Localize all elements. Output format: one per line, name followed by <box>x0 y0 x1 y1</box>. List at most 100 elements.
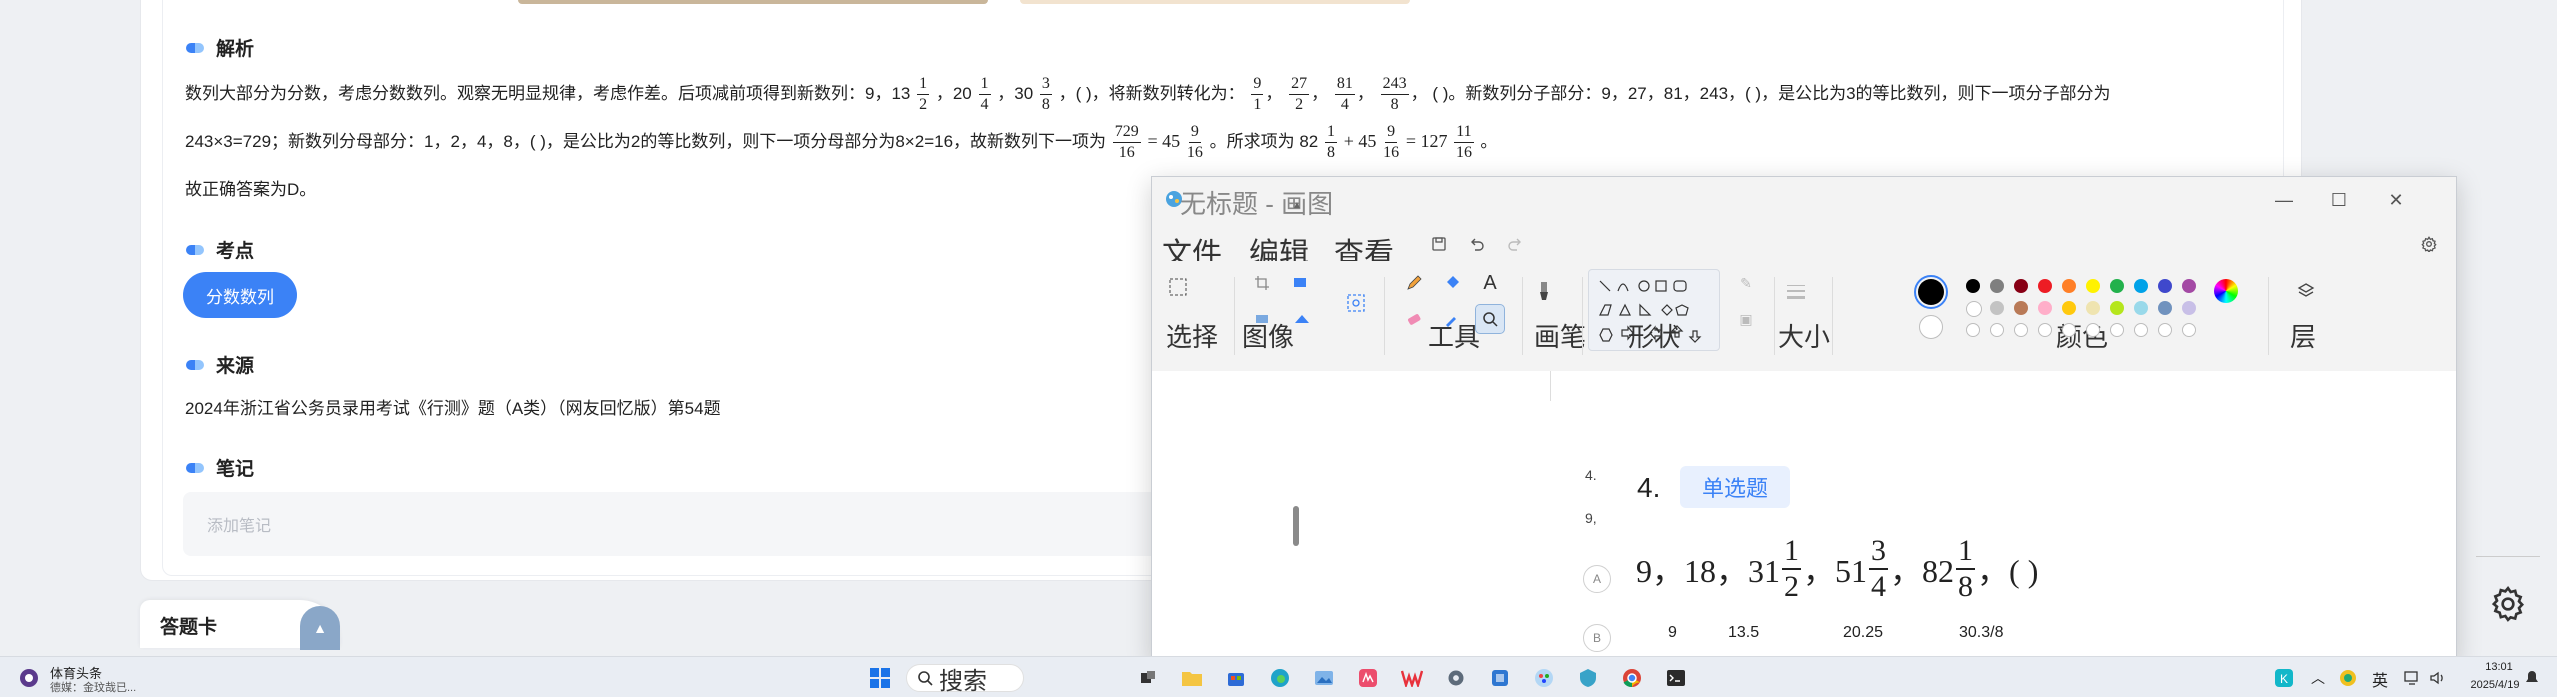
task-view-icon[interactable] <box>1136 666 1160 690</box>
palette-swatch[interactable] <box>2134 323 2148 337</box>
palette-swatch[interactable] <box>2062 279 2076 293</box>
palette-swatch[interactable] <box>2038 323 2052 337</box>
scroll-up-icon[interactable]: ▲ <box>1292 200 1302 211</box>
scrollbar-thumb[interactable] <box>1293 506 1299 546</box>
knowledge-tag-button[interactable]: 分数数列 <box>183 272 297 318</box>
redo-icon[interactable] <box>1500 231 1530 257</box>
source-text: 2024年浙江省公务员录用考试《行测》题（A类）（网友回忆版）第54题 <box>185 399 721 418</box>
divider <box>2476 556 2540 557</box>
palette-swatch[interactable] <box>2110 323 2124 337</box>
undo-icon[interactable] <box>1462 231 1492 257</box>
palette-swatch[interactable] <box>2014 323 2028 337</box>
group-shapes-label: 形状 <box>1628 322 1681 352</box>
close-button[interactable]: ✕ <box>2376 185 2416 215</box>
snipping-tool-icon[interactable] <box>1488 666 1512 690</box>
wps-office-icon[interactable] <box>1400 666 1424 690</box>
paint-app-taskbar-icon[interactable] <box>1532 666 1556 690</box>
chevron-up-icon[interactable]: ▲ <box>300 606 340 650</box>
palette-swatch[interactable] <box>1990 301 2004 315</box>
brush-icon[interactable] <box>1530 277 1558 305</box>
palette-swatch[interactable] <box>2086 279 2100 293</box>
edge-browser-icon[interactable] <box>1268 666 1292 690</box>
palette-swatch[interactable] <box>1990 279 2004 293</box>
palette-swatch[interactable] <box>2014 279 2028 293</box>
option-b-circle: B <box>1583 624 1611 652</box>
notes-input[interactable]: 添加笔记 <box>183 492 1163 556</box>
save-icon[interactable] <box>1424 231 1454 257</box>
palette-swatch[interactable] <box>2038 279 2052 293</box>
settings-app-icon[interactable] <box>1444 666 1468 690</box>
palette-swatch[interactable] <box>2182 301 2196 315</box>
menu-file[interactable]: 文件 <box>1162 229 1222 261</box>
crop-icon[interactable] <box>1248 269 1276 297</box>
fill-style-icon[interactable]: ▣ <box>1732 305 1760 333</box>
tray-app-icon[interactable] <box>2336 666 2360 690</box>
palette-swatch[interactable] <box>1990 323 2004 337</box>
pencil-icon[interactable] <box>1400 269 1428 297</box>
palette-swatch[interactable] <box>2062 323 2076 337</box>
volume-icon[interactable] <box>2426 666 2450 690</box>
difference-value: 13.5 <box>1728 624 1760 641</box>
drawing-canvas[interactable] <box>1152 371 2456 661</box>
palette-swatch[interactable] <box>2014 301 2028 315</box>
palette-swatch[interactable] <box>1966 279 1980 293</box>
eraser-icon[interactable] <box>1400 305 1428 333</box>
input-language-indicator[interactable]: 英 <box>2372 667 2388 691</box>
outline-icon[interactable]: ✎ <box>1732 269 1760 297</box>
text-icon[interactable]: A <box>1476 269 1504 297</box>
wps-sheet-icon[interactable] <box>1356 666 1380 690</box>
palette-swatch[interactable] <box>2182 323 2196 337</box>
palette-swatch[interactable] <box>1966 323 1980 337</box>
search-label: 搜索 <box>939 667 987 695</box>
palette-swatch[interactable] <box>2158 323 2172 337</box>
taskbar-search[interactable]: 搜索 <box>906 664 1024 695</box>
kimi-app-icon[interactable]: K <box>2272 666 2296 690</box>
network-icon[interactable] <box>2400 666 2424 690</box>
magnifier-icon[interactable] <box>1475 304 1505 334</box>
menu-bar: 文件 编辑 查看 <box>1152 223 2456 261</box>
chrome-browser-icon[interactable] <box>1620 666 1644 690</box>
news-widget-icon[interactable] <box>18 667 40 689</box>
analysis-line-1: 数列大部分为分数，考虑分数数列。观察无明显规律，考虑作差。后项减前项得到新数列：… <box>185 75 2111 113</box>
palette-swatch[interactable] <box>2110 279 2124 293</box>
sequence-start-small: 9, <box>1585 510 1597 526</box>
palette-swatch[interactable] <box>2134 301 2148 315</box>
settings-icon[interactable] <box>2414 231 2444 257</box>
answer-card-label: 答题卡 <box>160 617 218 638</box>
color-2-swatch[interactable] <box>1919 315 1943 339</box>
file-explorer-icon[interactable] <box>1180 666 1204 690</box>
palette-swatch[interactable] <box>2158 279 2172 293</box>
resize-icon[interactable] <box>1288 269 1316 297</box>
windows-start-icon[interactable] <box>868 666 892 690</box>
fill-icon[interactable] <box>1438 269 1466 297</box>
palette-swatch[interactable] <box>2038 301 2052 315</box>
color-1-swatch[interactable] <box>1914 275 1948 309</box>
menu-view[interactable]: 查看 <box>1334 229 1394 261</box>
notification-bell-icon[interactable] <box>2520 666 2544 690</box>
palette-swatch[interactable] <box>1966 301 1982 317</box>
palette-swatch[interactable] <box>2086 301 2100 315</box>
chevron-up-tray-icon[interactable]: ︿ <box>2306 666 2330 690</box>
photos-icon[interactable] <box>1312 666 1336 690</box>
group-layers-label: 层 <box>2290 322 2317 352</box>
group-tools-label: 工具 <box>1428 322 1481 352</box>
palette-swatch[interactable] <box>2062 301 2076 315</box>
settings-gear-icon[interactable] <box>2480 576 2536 632</box>
palette-swatch[interactable] <box>2182 279 2196 293</box>
terminal-icon[interactable] <box>1664 666 1688 690</box>
palette-swatch[interactable] <box>2110 301 2124 315</box>
clock-time[interactable]: 13:01 <box>2474 661 2524 673</box>
vpn-app-icon[interactable] <box>1576 666 1600 690</box>
layers-icon[interactable] <box>2292 277 2320 305</box>
minimize-button[interactable]: — <box>2264 185 2304 215</box>
store-icon[interactable] <box>1224 666 1248 690</box>
image-select-icon[interactable] <box>1342 289 1370 317</box>
palette-swatch[interactable] <box>2086 323 2100 337</box>
select-tool-icon[interactable] <box>1164 273 1192 301</box>
size-icon[interactable] <box>1782 277 1810 305</box>
maximize-button[interactable]: ☐ <box>2319 185 2359 215</box>
palette-swatch[interactable] <box>2134 279 2148 293</box>
menu-edit[interactable]: 编辑 <box>1249 229 1309 261</box>
edit-colors-icon[interactable] <box>2214 279 2238 303</box>
palette-swatch[interactable] <box>2158 301 2172 315</box>
